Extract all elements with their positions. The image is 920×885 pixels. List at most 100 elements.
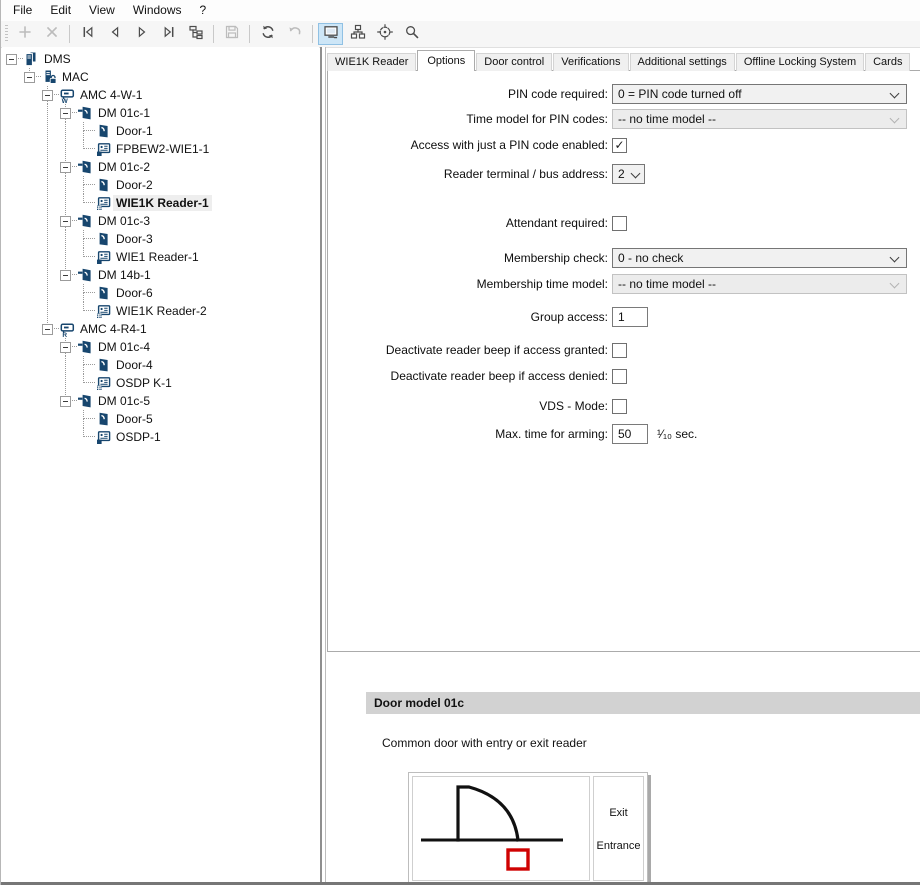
tree-guide bbox=[57, 284, 75, 302]
beep-denied-checkbox[interactable] bbox=[612, 369, 627, 384]
previous-record-button[interactable] bbox=[102, 23, 127, 45]
tree-expander[interactable] bbox=[39, 86, 57, 104]
reader-keypad-icon bbox=[93, 194, 113, 212]
group-access-input[interactable]: 1 bbox=[612, 307, 648, 327]
tree-expander[interactable] bbox=[21, 68, 39, 86]
tree-node-amc-4-r4-1[interactable]: RAMC 4-R4-1 bbox=[3, 320, 212, 338]
tab-verifications[interactable]: Verifications bbox=[553, 53, 628, 71]
tree-guide bbox=[39, 392, 57, 410]
tree-expander[interactable] bbox=[57, 266, 75, 284]
tree-guide bbox=[3, 104, 21, 122]
tree-expander[interactable] bbox=[39, 320, 57, 338]
tab-additional-settings[interactable]: Additional settings bbox=[630, 53, 735, 71]
pin-code-required-select[interactable]: 0 = PIN code turned off bbox=[612, 84, 907, 104]
last-record-button[interactable] bbox=[156, 23, 181, 45]
max-arming-input[interactable]: 50 bbox=[612, 424, 648, 444]
vds-mode-checkbox[interactable] bbox=[612, 399, 627, 414]
tree-node-wie1k-reader-2[interactable]: WIE1K Reader-2 bbox=[3, 302, 212, 320]
tree-connector bbox=[75, 122, 93, 140]
toolbar-grip[interactable] bbox=[5, 25, 8, 43]
tree-node-door-5[interactable]: Door-5 bbox=[3, 410, 212, 428]
membership-check-select[interactable]: 0 - no check bbox=[612, 248, 907, 268]
workstations-view-button[interactable] bbox=[318, 23, 343, 45]
first-record-button[interactable] bbox=[75, 23, 100, 45]
tree-node-dm-01c-2[interactable]: DM 01c-2 bbox=[3, 158, 212, 176]
beep-granted-checkbox[interactable] bbox=[612, 343, 627, 358]
network-icon bbox=[350, 24, 366, 45]
tree-guide bbox=[39, 356, 57, 374]
menu-item-view[interactable]: View bbox=[80, 0, 124, 21]
tree-node-amc-4-w-1[interactable]: WAMC 4-W-1 bbox=[3, 86, 212, 104]
tab-offline-locking-system[interactable]: Offline Locking System bbox=[736, 53, 864, 71]
tab-wie1k-reader[interactable]: WIE1K Reader bbox=[327, 53, 416, 71]
selected-value: 2 bbox=[618, 167, 625, 181]
tree-node-door-2[interactable]: Door-2 bbox=[3, 176, 212, 194]
tree-guide bbox=[3, 392, 21, 410]
amc-w-icon: W bbox=[57, 86, 77, 104]
tree-node-label: WIE1 Reader-1 bbox=[113, 249, 202, 265]
tree-expander[interactable] bbox=[3, 50, 21, 68]
undo-icon bbox=[287, 24, 303, 45]
tree-guide bbox=[3, 68, 21, 86]
tree-node-dm-01c-3[interactable]: DM 01c-3 bbox=[3, 212, 212, 230]
tree-node-osdp-1[interactable]: OSDP-1 bbox=[3, 428, 212, 446]
nav-first-icon bbox=[80, 24, 96, 45]
tree-node-door-6[interactable]: Door-6 bbox=[3, 284, 212, 302]
tree-node-door-1[interactable]: Door-1 bbox=[3, 122, 212, 140]
tree-node-dm-01c-5[interactable]: DM 01c-5 bbox=[3, 392, 212, 410]
search-button[interactable] bbox=[399, 23, 424, 45]
menu-item-windows[interactable]: Windows bbox=[124, 0, 191, 21]
door-icon bbox=[93, 122, 113, 140]
menu-item-edit[interactable]: Edit bbox=[41, 0, 80, 21]
tree-connector bbox=[75, 194, 93, 212]
tree-node-dm-14b-1[interactable]: DM 14b-1 bbox=[3, 266, 212, 284]
tab-cards[interactable]: Cards bbox=[865, 53, 910, 71]
magnifier-icon bbox=[404, 24, 420, 45]
panel-splitter[interactable] bbox=[320, 47, 326, 885]
tree-node-dms[interactable]: DMS bbox=[3, 50, 212, 68]
tree-guide bbox=[39, 284, 57, 302]
tree-guide bbox=[21, 392, 39, 410]
tree-guide bbox=[3, 356, 21, 374]
door-icon bbox=[93, 356, 113, 374]
reader-bus-address-select[interactable]: 2 bbox=[612, 164, 645, 184]
tree-guide bbox=[3, 374, 21, 392]
tree-expander[interactable] bbox=[57, 338, 75, 356]
tree-expander[interactable] bbox=[57, 104, 75, 122]
menu-item-[interactable]: ? bbox=[191, 0, 216, 21]
tree-guide bbox=[57, 410, 75, 428]
tree-node-wie1k-reader-1[interactable]: WIE1K Reader-1 bbox=[3, 194, 212, 212]
tree-expander[interactable] bbox=[57, 392, 75, 410]
tree-node-label: DMS bbox=[41, 51, 74, 67]
expand-tree-button[interactable] bbox=[183, 23, 208, 45]
tree-node-wie1-reader-1[interactable]: WIE1 Reader-1 bbox=[3, 248, 212, 266]
tree-guide bbox=[21, 122, 39, 140]
tree-guide bbox=[21, 104, 39, 122]
tree-expander[interactable] bbox=[57, 212, 75, 230]
tree-node-dm-01c-1[interactable]: DM 01c-1 bbox=[3, 104, 212, 122]
selected-value: 0 - no check bbox=[618, 251, 683, 265]
menu-item-file[interactable]: File bbox=[4, 0, 41, 21]
tree-node-osdp-k-1[interactable]: OSDP K-1 bbox=[3, 374, 212, 392]
attendant-required-checkbox[interactable] bbox=[612, 216, 627, 231]
selected-value: 0 = PIN code turned off bbox=[618, 87, 742, 101]
tree-guide bbox=[39, 248, 57, 266]
tree-node-door-3[interactable]: Door-3 bbox=[3, 230, 212, 248]
tree-expander[interactable] bbox=[57, 158, 75, 176]
locate-button[interactable] bbox=[372, 23, 397, 45]
access-pin-only-checkbox[interactable]: ✓ bbox=[612, 138, 627, 153]
tree-node-mac[interactable]: MAC bbox=[3, 68, 212, 86]
tab-options[interactable]: Options bbox=[417, 50, 475, 71]
next-record-button[interactable] bbox=[129, 23, 154, 45]
tree-guide bbox=[39, 158, 57, 176]
tree-node-dm-01c-4[interactable]: DM 01c-4 bbox=[3, 338, 212, 356]
device-tree-view-button[interactable] bbox=[345, 23, 370, 45]
tree-node-fpbew2-wie1-1[interactable]: FPBEW2-WIE1-1 bbox=[3, 140, 212, 158]
chevron-down-icon bbox=[890, 89, 900, 99]
tab-door-control[interactable]: Door control bbox=[476, 53, 552, 71]
door-icon bbox=[93, 410, 113, 428]
tree-node-door-4[interactable]: Door-4 bbox=[3, 356, 212, 374]
tree-node-label: OSDP-1 bbox=[113, 429, 164, 445]
tree-guide bbox=[3, 176, 21, 194]
refresh-button[interactable] bbox=[255, 23, 280, 45]
